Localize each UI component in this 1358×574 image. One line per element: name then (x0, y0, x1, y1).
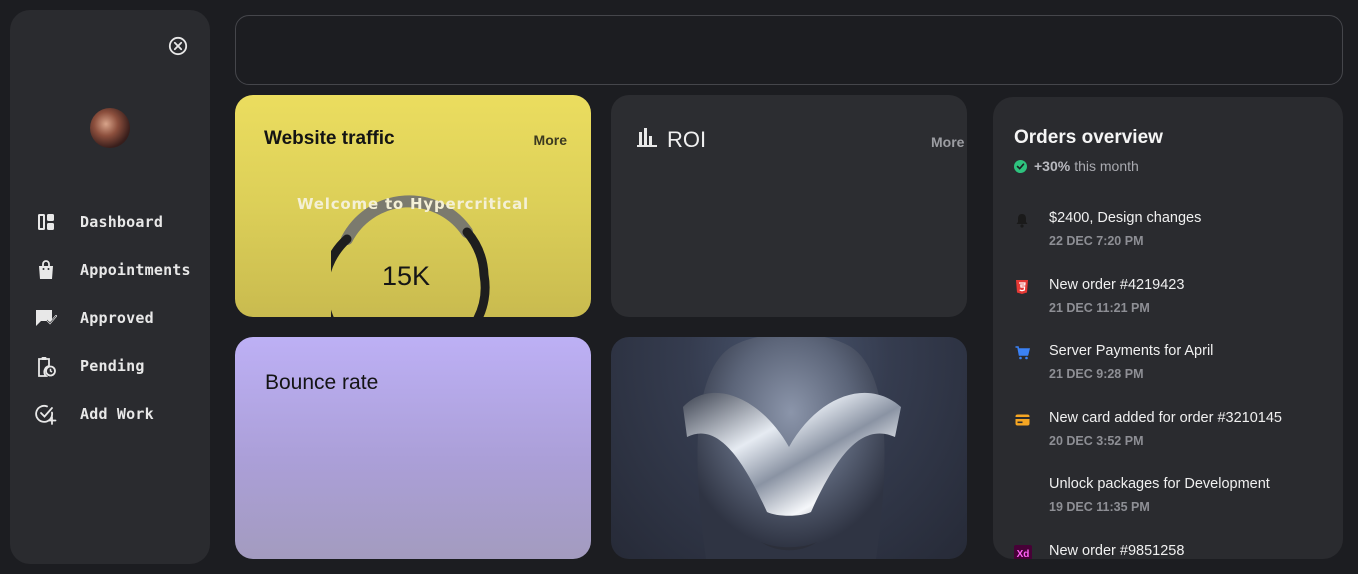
order-date: 20 DEC 3:52 PM (1049, 434, 1144, 448)
sidebar-item-dashboard[interactable]: Dashboard (10, 198, 210, 246)
change-period: this month (1074, 158, 1139, 174)
order-title: New order #4219423 (1049, 277, 1185, 293)
sidebar-item-appointments[interactable]: Appointments (10, 246, 210, 294)
traffic-value: 15K (381, 261, 431, 291)
html5-icon (1014, 279, 1030, 295)
sidebar-item-approved[interactable]: Approved (10, 294, 210, 342)
order-title: $2400, Design changes (1049, 210, 1202, 226)
order-title: New order #9851258 (1049, 543, 1185, 559)
order-title: Unlock packages for Development (1049, 476, 1270, 492)
sidebar-item-label: Pending (80, 357, 145, 375)
dashboard-icon (35, 211, 57, 233)
sidebar-item-label: Dashboard (80, 213, 164, 231)
sidebar-item-label: Appointments (80, 261, 191, 279)
chat-check-icon (35, 307, 57, 329)
sidebar-item-label: Add Work (80, 405, 154, 423)
order-date: 19 DEC 11:35 PM (1049, 500, 1150, 514)
cart-icon (1014, 345, 1030, 361)
order-date: 22 DEC 7:20 PM (1049, 234, 1144, 248)
order-item[interactable]: Server Payments for April 21 DEC 9:28 PM (1014, 343, 1334, 393)
adobe-xd-icon: Xd (1014, 545, 1032, 559)
card-title: Bounce rate (265, 371, 379, 394)
panel-title: Orders overview (1014, 127, 1163, 148)
shopping-bag-icon (35, 259, 57, 281)
sidebar-nav: Dashboard Appointments Approved Pending … (10, 198, 210, 438)
order-title: New card added for order #3210145 (1049, 410, 1282, 426)
change-percent: +30% (1034, 158, 1071, 174)
sidebar-item-pending[interactable]: Pending (10, 342, 210, 390)
check-plus-icon (35, 403, 57, 425)
order-date: 21 DEC 11:21 PM (1049, 301, 1150, 315)
more-link[interactable]: More (931, 134, 964, 150)
more-link[interactable]: More (534, 132, 567, 148)
orders-change: +30% this month (1014, 158, 1139, 174)
sidebar-item-add-work[interactable]: Add Work (10, 390, 210, 438)
key-icon (1014, 478, 1030, 494)
svg-text:Xd: Xd (1017, 549, 1030, 559)
close-icon[interactable] (168, 36, 188, 56)
bounce-rate-card: Bounce rate (235, 337, 591, 559)
check-circle-icon (1014, 159, 1027, 173)
bar-chart-icon (637, 128, 657, 151)
sidebar: Dashboard Appointments Approved Pending … (10, 10, 210, 564)
order-item[interactable]: Unlock packages for Development 19 DEC 1… (1014, 476, 1334, 526)
welcome-text: Welcome to Hypercritical (297, 195, 529, 213)
order-item[interactable]: New order #4219423 21 DEC 11:21 PM (1014, 277, 1334, 327)
clipboard-clock-icon (35, 355, 57, 377)
order-title: Server Payments for April (1049, 343, 1214, 359)
order-item[interactable]: $2400, Design changes 22 DEC 7:20 PM (1014, 210, 1334, 260)
order-date: 21 DEC 9:28 PM (1049, 367, 1144, 381)
card-title: ROI (667, 127, 707, 152)
head-with-visor-image (683, 337, 901, 559)
sidebar-item-label: Approved (80, 309, 154, 327)
bell-icon (1014, 212, 1030, 228)
hero-image (611, 337, 967, 559)
avatar[interactable] (90, 108, 130, 148)
orders-overview-panel: Orders overview +30% this month $2400, D… (993, 97, 1343, 559)
card-title: Website traffic (264, 128, 395, 149)
website-traffic-card: Website traffic More Welcome to Hypercri… (235, 95, 591, 317)
credit-card-icon (1014, 412, 1030, 428)
search-bar[interactable] (235, 15, 1343, 85)
order-item[interactable]: New card added for order #3210145 20 DEC… (1014, 410, 1334, 460)
roi-card: ROI More (611, 95, 967, 317)
order-item[interactable]: Xd New order #9851258 (1014, 543, 1334, 559)
